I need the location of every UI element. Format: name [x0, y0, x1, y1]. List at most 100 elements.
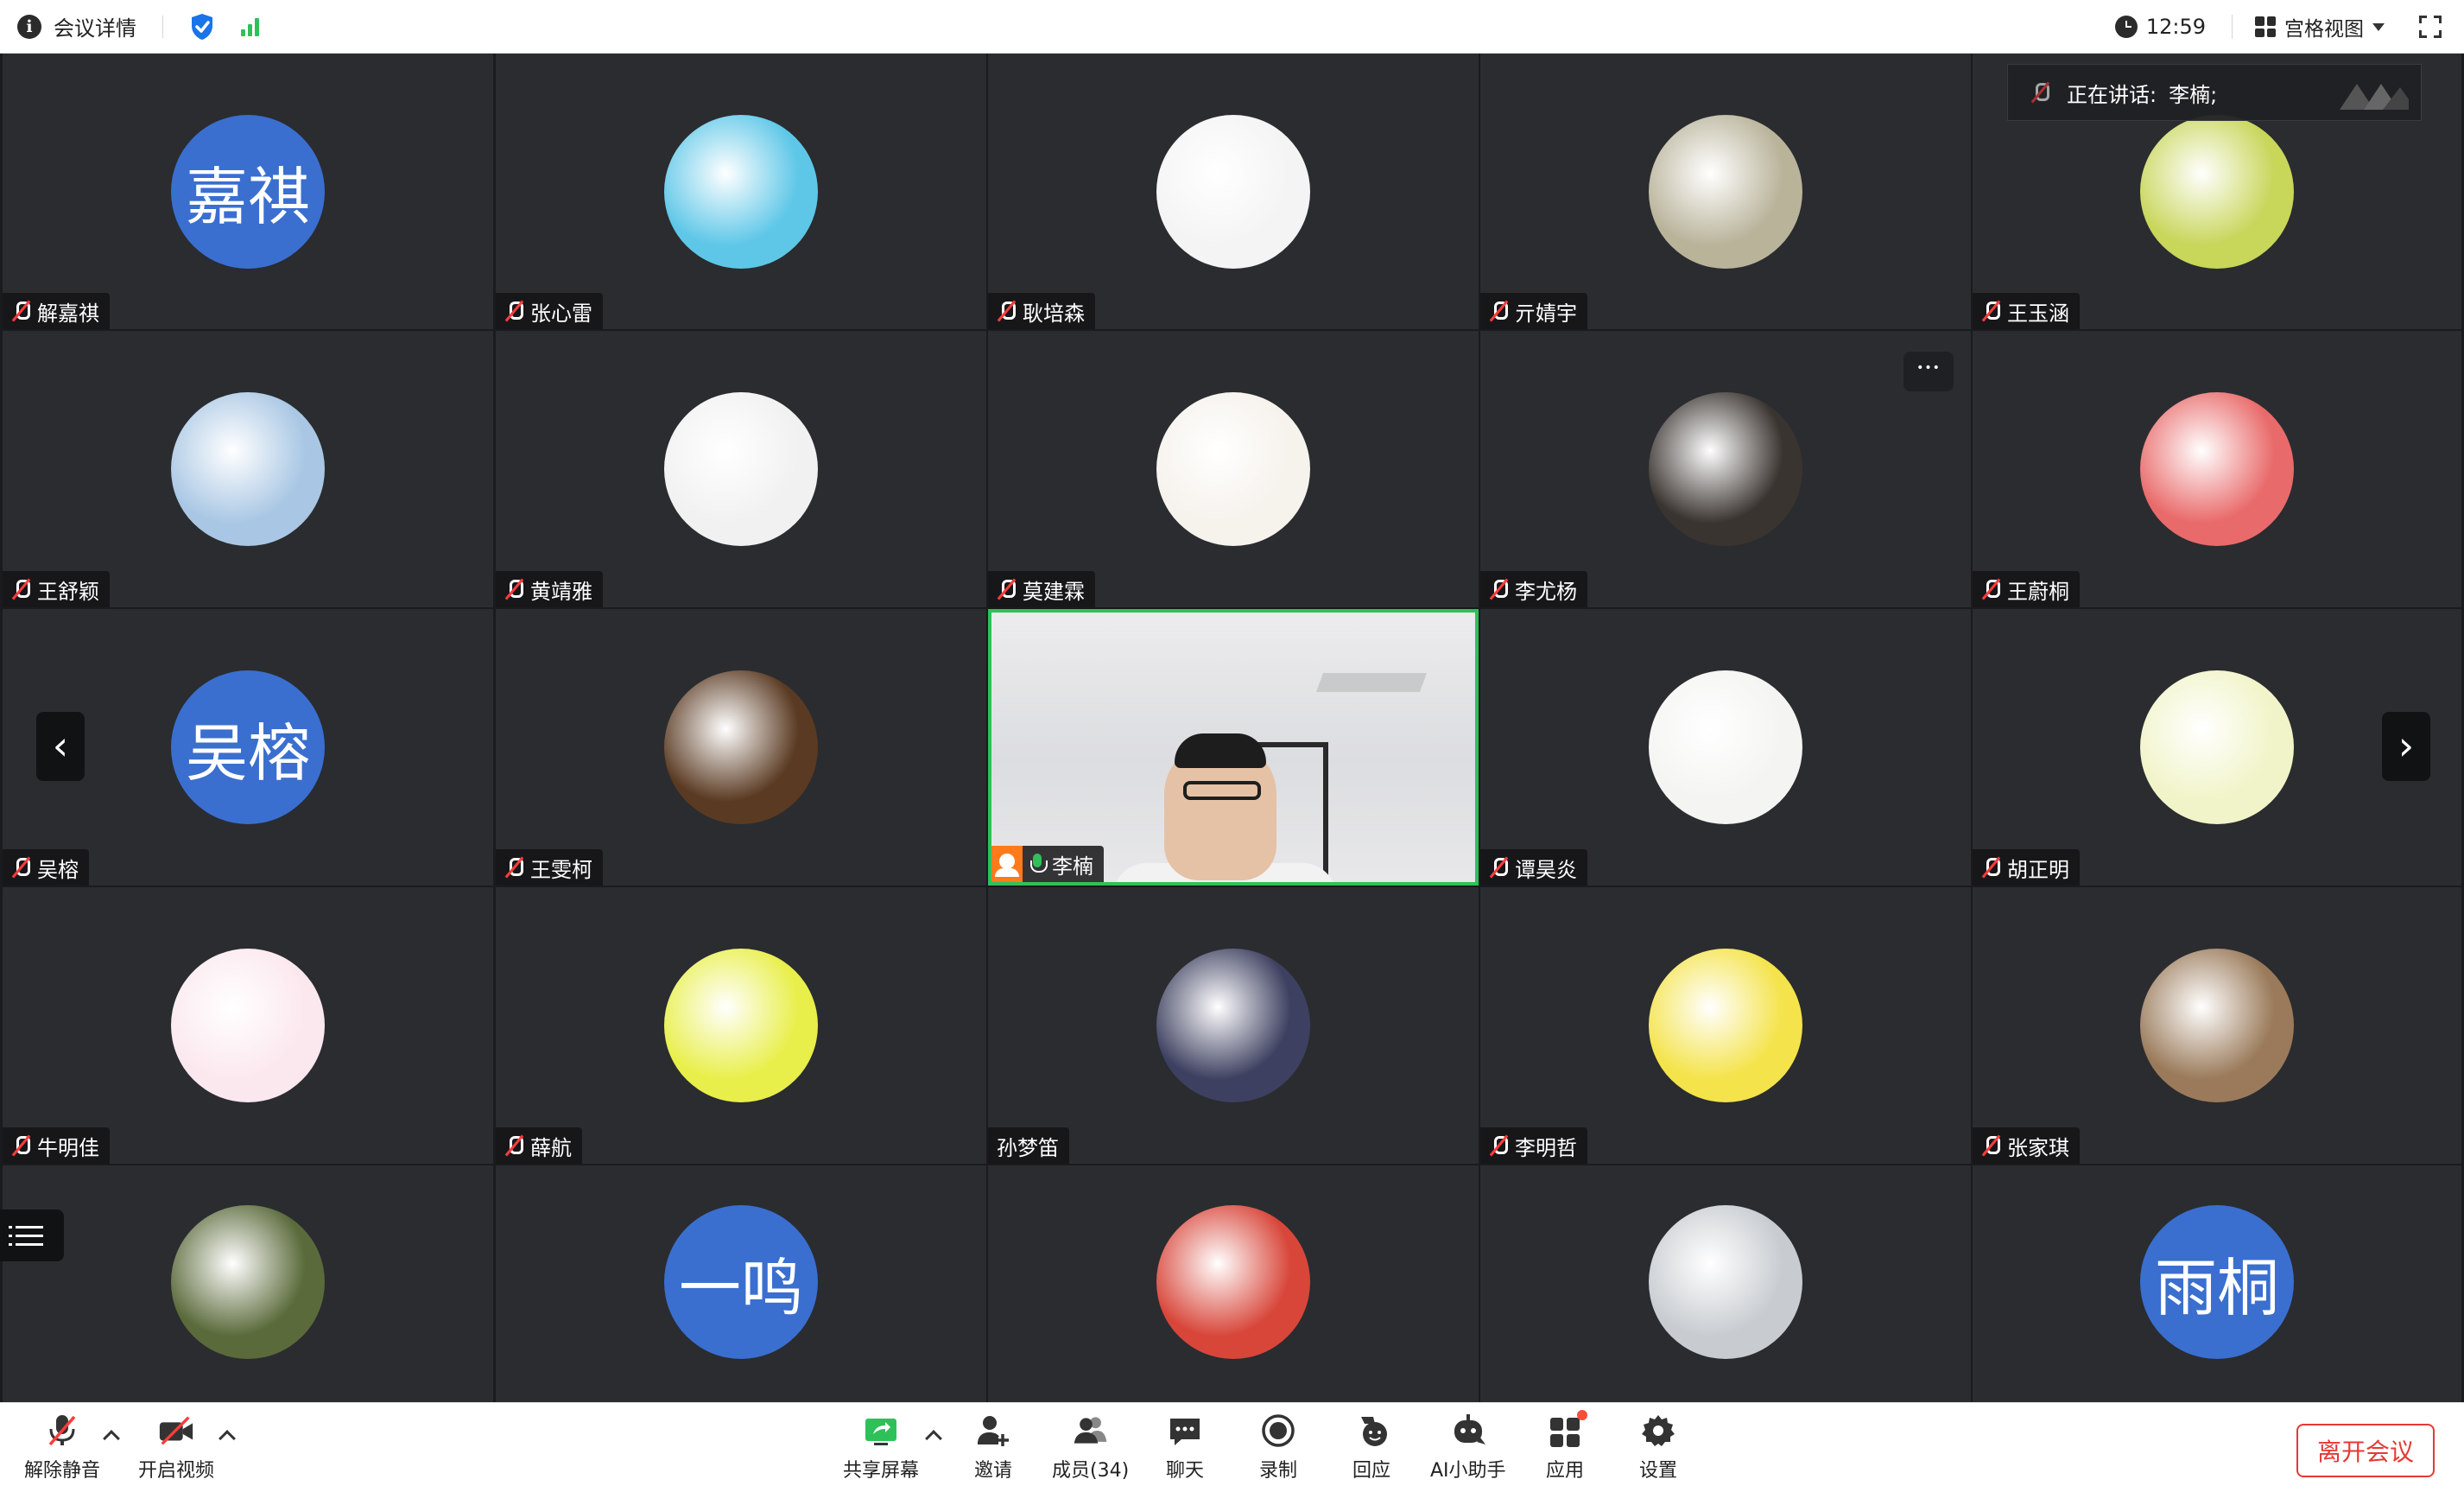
reaction-icon: [1352, 1412, 1390, 1450]
video-options-caret[interactable]: [219, 1430, 236, 1447]
robot-icon: [1449, 1412, 1487, 1450]
participant-avatar: [1649, 392, 1802, 546]
participant-nametag: 谭昊炎: [1480, 849, 1587, 886]
participant-name: 王舒颖: [37, 579, 99, 604]
participant-tile[interactable]: 张家琪: [1973, 887, 2461, 1164]
mic-muted-icon: [11, 856, 30, 879]
gear-icon: [1639, 1412, 1677, 1450]
participant-tile[interactable]: 孙梦笛: [988, 887, 1479, 1164]
participant-tile[interactable]: 张心雷: [496, 54, 986, 329]
share-screen-button[interactable]: 共享屏幕: [843, 1412, 919, 1482]
network-signal-icon[interactable]: [241, 17, 259, 36]
start-video-label: 开启视频: [138, 1460, 215, 1482]
participant-tile[interactable]: 李尤杨 •••: [1480, 331, 1971, 607]
mic-muted-icon: [504, 300, 523, 322]
fullscreen-icon[interactable]: [2419, 16, 2442, 38]
participant-tile[interactable]: [1480, 1165, 1971, 1402]
participant-avatar: [2140, 949, 2294, 1102]
participant-tile[interactable]: 谭昊炎: [1480, 609, 1971, 886]
participant-nametag: 王蔚桐: [1973, 571, 2080, 607]
more-icon[interactable]: •••: [1903, 352, 1954, 391]
participant-avatar: [1649, 949, 1802, 1102]
share-options-caret[interactable]: [925, 1430, 942, 1447]
view-mode-label: 宫格视图: [2284, 18, 2364, 41]
participant-avatar: [1156, 114, 1310, 269]
participant-avatar: [1649, 114, 1802, 269]
prev-page-button[interactable]: ‹: [36, 712, 85, 781]
notification-dot: [1577, 1410, 1587, 1420]
view-mode-button[interactable]: 宫格视图: [2255, 12, 2385, 41]
participant-name: 谭昊炎: [1515, 857, 1577, 882]
participant-tile[interactable]: 李明哲: [1480, 887, 1971, 1164]
participant-avatar: [1649, 1205, 1802, 1359]
invite-label: 邀请: [974, 1460, 1013, 1482]
clock-icon: [2114, 16, 2138, 38]
mic-muted-icon: [504, 856, 523, 879]
caret-down-icon: [2372, 22, 2385, 31]
chat-button[interactable]: 聊天: [1166, 1412, 1204, 1482]
mic-muted-icon: [997, 300, 1016, 322]
members-button[interactable]: 成员(34): [1052, 1412, 1129, 1482]
share-screen-icon: [862, 1412, 900, 1450]
active-speaker-banner: 正在讲话: 李楠;: [2007, 64, 2422, 121]
meeting-toolbar: 解除静音 开启视频 共享屏幕 邀请 成员(34) 聊天 录制 回应 AI小助手 …: [0, 1402, 2464, 1492]
participant-tile[interactable]: 耿培森: [988, 54, 1479, 329]
participant-tile[interactable]: 嘉祺 解嘉祺: [3, 54, 493, 329]
participant-avatar: [1156, 392, 1310, 546]
ai-assistant-button[interactable]: AI小助手: [1430, 1412, 1506, 1482]
participant-nametag: 孙梦笛: [988, 1127, 1069, 1164]
invite-button[interactable]: 邀请: [974, 1412, 1012, 1482]
participant-name: 吴榕: [37, 857, 79, 882]
mic-muted-icon: [997, 578, 1016, 600]
participant-avatar: [664, 670, 818, 824]
participant-tile[interactable]: 王雯柯: [496, 609, 986, 886]
shield-icon[interactable]: [189, 12, 215, 41]
participant-nametag: 胡正明: [1973, 849, 2080, 886]
participant-tile[interactable]: 黄靖雅: [496, 331, 986, 607]
list-icon[interactable]: [0, 1209, 64, 1261]
chat-label: 聊天: [1166, 1460, 1205, 1482]
participant-avatar: [664, 114, 818, 269]
settings-button[interactable]: 设置: [1639, 1412, 1677, 1482]
participant-avatar: [2140, 670, 2294, 824]
start-video-button[interactable]: 开启视频: [138, 1412, 214, 1482]
apps-button[interactable]: 应用: [1546, 1410, 1587, 1482]
participant-tile[interactable]: 一鸣: [496, 1165, 986, 1402]
participant-tile[interactable]: 莫建霖: [988, 331, 1479, 607]
participant-avatar: 嘉祺: [171, 114, 325, 269]
participant-nametag: 耿培森: [988, 293, 1095, 329]
reactions-label: 回应: [1352, 1460, 1391, 1482]
participant-name: 牛明佳: [37, 1135, 99, 1160]
mic-muted-icon: [1981, 300, 2000, 322]
participant-tile[interactable]: [3, 1165, 493, 1402]
participant-name: 李楠: [1052, 854, 1093, 879]
unmute-button[interactable]: 解除静音: [24, 1412, 100, 1482]
participant-avatar: [1156, 949, 1310, 1102]
apps-label: 应用: [1546, 1460, 1585, 1482]
participant-name: 耿培森: [1023, 301, 1085, 326]
meeting-info-link[interactable]: 会议详情: [54, 11, 136, 41]
record-button[interactable]: 录制: [1259, 1412, 1297, 1482]
participant-nametag: 张家琪: [1973, 1127, 2080, 1164]
meeting-topbar: i 会议详情 12:59 宫格视图: [0, 0, 2464, 54]
mic-muted-icon: [1981, 1134, 2000, 1157]
participant-tile[interactable]: [988, 1165, 1479, 1402]
participant-tile[interactable]: 牛明佳: [3, 887, 493, 1164]
participant-name: 王蔚桐: [2007, 579, 2069, 604]
participant-avatar: 雨桐: [2140, 1205, 2294, 1359]
audio-options-caret[interactable]: [103, 1430, 120, 1447]
info-icon[interactable]: i: [17, 14, 41, 39]
mic-muted-icon: [1981, 578, 2000, 600]
participant-tile[interactable]: 王舒颖: [3, 331, 493, 607]
participant-tile[interactable]: 雨桐: [1973, 1165, 2461, 1402]
participant-avatar: [171, 392, 325, 546]
participant-tile[interactable]: 薛航: [496, 887, 986, 1164]
next-page-button[interactable]: ›: [2382, 712, 2430, 781]
participant-tile[interactable]: 亓婧宇: [1480, 54, 1971, 329]
participant-nametag: 薛航: [496, 1127, 582, 1164]
participant-tile[interactable]: 李楠: [988, 609, 1479, 886]
add-user-icon: [974, 1412, 1012, 1450]
leave-meeting-button[interactable]: 离开会议: [2296, 1424, 2435, 1477]
reactions-button[interactable]: 回应: [1352, 1412, 1390, 1482]
participant-tile[interactable]: 王蔚桐: [1973, 331, 2461, 607]
